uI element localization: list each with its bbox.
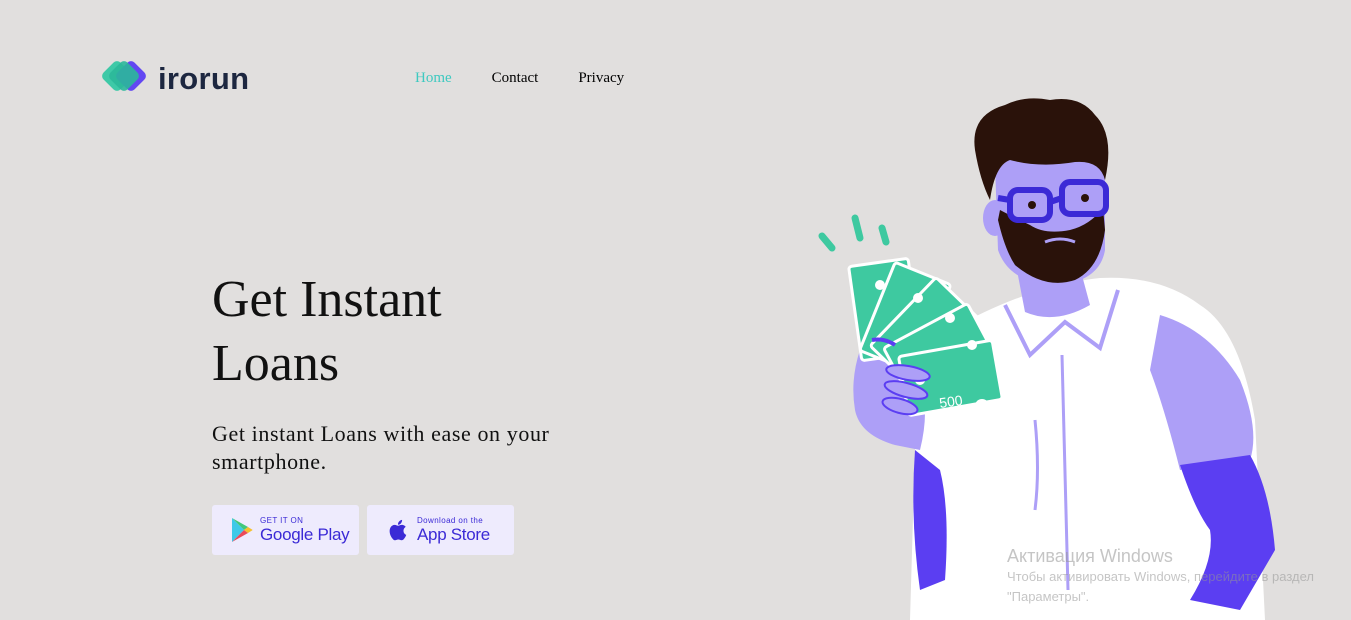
watermark-title: Активация Windows — [1007, 546, 1173, 566]
app-store-button[interactable]: Download on the App Store — [367, 505, 514, 555]
logo-mark-icon — [102, 61, 146, 91]
brand-name: irorun — [158, 60, 250, 96]
landing-page: irorun Home Contact Privacy Get Instant … — [0, 0, 1351, 620]
watermark-text: Чтобы активировать Windows, перейдите в … — [1007, 569, 1314, 604]
nav-privacy[interactable]: Privacy — [578, 70, 624, 87]
hero-title: Get Instant Loans — [212, 271, 442, 392]
nav-home[interactable]: Home — [415, 70, 452, 87]
app-store-small-label: Download on the — [417, 516, 484, 525]
windows-activation-watermark: Активация Windows Чтобы активировать Win… — [1007, 545, 1317, 607]
google-play-icon — [232, 518, 253, 542]
apple-icon — [389, 519, 407, 541]
google-play-small-label: GET IT ON — [260, 516, 304, 525]
nav-contact[interactable]: Contact — [492, 70, 539, 87]
man-holding-cash-illustration: 500 — [818, 98, 1275, 620]
app-store-big-label: App Store — [417, 525, 490, 544]
hero-subtitle: Get instant Loans with ease on your smar… — [212, 421, 550, 474]
main-nav: Home Contact Privacy — [415, 70, 624, 87]
google-play-big-label: Google Play — [260, 525, 350, 544]
cash-label: 500 — [938, 392, 964, 411]
brand-logo[interactable]: irorun — [100, 57, 249, 99]
google-play-button[interactable]: GET IT ON Google Play — [212, 505, 359, 555]
